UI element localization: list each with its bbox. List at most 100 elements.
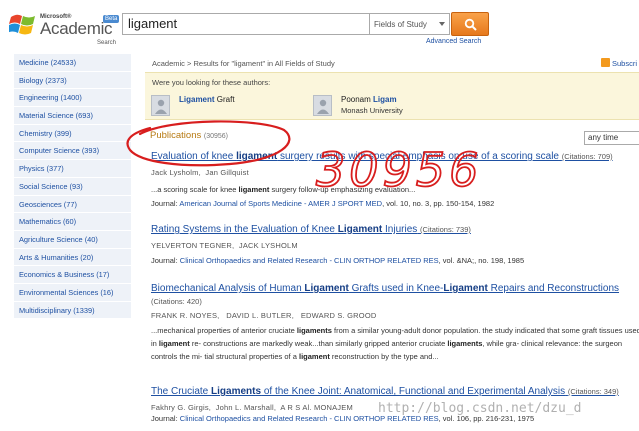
title-match: Ligaments: [211, 386, 262, 397]
snippet-text: ...a scoring scale for knee: [151, 185, 239, 194]
author-link[interactable]: John L. Marshall: [216, 403, 274, 412]
sidebar-item-agriculture-science[interactable]: Agriculture Science (40): [14, 230, 131, 249]
rss-icon: [601, 58, 610, 67]
publications-header[interactable]: Publications (30956): [150, 130, 228, 141]
snippet-text: surgery follow-up emphasizing evaluation…: [269, 185, 416, 194]
title-text: Evaluation of knee: [151, 151, 237, 162]
result-title-link[interactable]: Biomechanical Analysis of Human Ligament…: [151, 283, 639, 294]
sidebar-item-biology[interactable]: Biology (2373): [14, 71, 131, 90]
journal-link[interactable]: American Journal of Sports Medicine - AM…: [179, 199, 382, 208]
author-link[interactable]: Jan Gillquist: [205, 168, 248, 177]
author-name[interactable]: Ligament Graft: [179, 95, 235, 104]
snippet-match: ligament: [158, 339, 190, 348]
title-text: surgery results with special emphasis on…: [277, 151, 559, 162]
journal-label: Journal:: [151, 414, 178, 423]
journal-label: Journal:: [151, 199, 178, 208]
breadcrumb-separator: >: [187, 59, 192, 68]
result-journal: Journal: American Journal of Sports Medi…: [151, 199, 639, 208]
logo-search: Search: [97, 40, 117, 46]
sidebar-item-economics-business[interactable]: Economics & Business (17): [14, 266, 131, 284]
snippet-match: ligaments: [447, 339, 483, 348]
author-name-rest: Graft: [214, 95, 235, 104]
author-affiliation: Monash University: [341, 106, 403, 115]
sidebar-item-arts-humanities[interactable]: Arts & Humanities (20): [14, 248, 131, 267]
sidebar-item-engineering[interactable]: Engineering (1400): [14, 89, 131, 108]
result-journal: Journal: Clinical Orthopaedics and Relat…: [151, 256, 639, 265]
result-title-link[interactable]: Evaluation of knee ligament surgery resu…: [151, 151, 639, 162]
author-name-first: Poonam: [341, 95, 374, 104]
title-text: Rating Systems in the Evaluation of Knee: [151, 224, 338, 235]
title-text: Grafts used in Knee-: [348, 283, 444, 294]
title-match: Ligament: [443, 283, 488, 294]
citations-count[interactable]: (Citations: 349): [568, 387, 619, 396]
author-name[interactable]: Poonam Ligam: [341, 95, 397, 104]
scope-dropdown[interactable]: Fields of Study: [370, 13, 450, 35]
sidebar-item-physics[interactable]: Physics (377): [14, 160, 131, 178]
search-button[interactable]: [451, 12, 489, 36]
author-link[interactable]: Fakhry G. Girgis: [151, 403, 209, 412]
avatar: [151, 95, 170, 116]
person-placeholder-icon: [317, 99, 329, 114]
publications-count: (30956): [203, 133, 229, 140]
snippet-text: ...mechanical properties of anterior cru…: [151, 326, 297, 335]
result-authors: FRANK R. NOYES, DAVID L. BUTLER, EDWARD …: [151, 311, 377, 320]
title-match: Ligament: [304, 283, 349, 294]
publications-label: Publications: [150, 130, 202, 141]
sidebar-item-chemistry[interactable]: Chemistry (399): [14, 124, 131, 143]
sidebar-item-computer-science[interactable]: Computer Science (393): [14, 142, 131, 161]
journal-details: , vol. &NA;, no. 198, 1985: [438, 256, 525, 265]
sidebar-item-environmental-sciences[interactable]: Environmental Sciences (16): [14, 283, 131, 302]
snippet-match: ligament: [298, 352, 330, 361]
author-link[interactable]: FRANK R. NOYES: [151, 311, 217, 320]
beta-badge: Beta: [103, 15, 120, 23]
chevron-down-icon: [439, 22, 445, 26]
search-input[interactable]: ligament: [122, 13, 370, 35]
field-of-study-sidebar: Medicine (24533) Biology (2373) Engineer…: [14, 54, 131, 320]
snippet-match: ligament: [238, 185, 270, 194]
citations-count[interactable]: (Citations: 739): [420, 225, 471, 234]
breadcrumb-academic-link[interactable]: Academic: [152, 59, 185, 68]
sidebar-item-mathematics[interactable]: Mathematics (60): [14, 213, 131, 231]
result-snippet: ...a scoring scale for knee ligament sur…: [151, 183, 639, 196]
title-match: ligament: [236, 151, 278, 162]
author-link[interactable]: DAVID L. BUTLER: [226, 311, 291, 320]
snippet-text: reconstruction by the type and...: [329, 352, 439, 361]
author-link[interactable]: YELVERTON TEGNER: [151, 241, 232, 250]
title-text: Repairs and Reconstructions: [487, 283, 620, 294]
result-authors: YELVERTON TEGNER, JACK LYSHOLM: [151, 241, 298, 250]
title-text: The Cruciate: [151, 386, 212, 397]
academic-search-logo[interactable]: Microsoft® Academic Beta Search: [9, 9, 120, 49]
search-icon: [464, 18, 477, 31]
sidebar-item-multidisciplinary[interactable]: Multidisciplinary (1339): [14, 301, 131, 320]
author-link[interactable]: Jack Lysholm: [151, 168, 199, 177]
person-placeholder-icon: [155, 99, 167, 114]
title-text: Biomechanical Analysis of Human: [151, 283, 305, 294]
result-item: Evaluation of knee ligament surgery resu…: [151, 151, 639, 208]
author-link[interactable]: A R S Al. MONAJEM: [280, 403, 353, 412]
advanced-search-link[interactable]: Advanced Search: [426, 38, 481, 45]
snippet-text: re- constructions are markedly weak...th…: [189, 339, 448, 348]
citations-count[interactable]: (Citations: 709): [562, 152, 613, 161]
result-item: Rating Systems in the Evaluation of Knee…: [151, 224, 639, 265]
result-authors: Jack Lysholm, Jan Gillquist: [151, 168, 249, 177]
time-filter-select[interactable]: any time: [584, 131, 639, 145]
result-title-link[interactable]: The Cruciate Ligaments of the Knee Joint…: [151, 386, 639, 397]
sidebar-item-medicine[interactable]: Medicine (24533): [14, 54, 131, 72]
subscribe-link[interactable]: Subscri: [601, 58, 637, 68]
sidebar-item-geosciences[interactable]: Geosciences (77): [14, 195, 131, 214]
journal-details: , vol. 10, no. 3, pp. 150-154, 1982: [382, 199, 495, 208]
sidebar-item-material-science[interactable]: Material Science (693): [14, 107, 131, 125]
author-suggestions: Were you looking for these authors: Liga…: [145, 72, 639, 120]
author-name-match: Ligam: [373, 95, 397, 104]
snippet-match: ligaments: [296, 326, 332, 335]
author-link[interactable]: EDWARD S. GROOD: [301, 311, 377, 320]
author-suggestions-title: Were you looking for these authors:: [152, 78, 271, 87]
result-title-link[interactable]: Rating Systems in the Evaluation of Knee…: [151, 224, 639, 235]
journal-link[interactable]: Clinical Orthopaedics and Related Resear…: [180, 256, 439, 265]
citations-count[interactable]: (Citations: 420): [151, 297, 202, 306]
sidebar-item-social-science[interactable]: Social Science (93): [14, 177, 131, 196]
watermark: http://blog.csdn.net/dzu_d: [378, 401, 582, 416]
breadcrumb: Academic > Results for "ligament" in All…: [152, 59, 335, 68]
title-text: Injuries: [382, 224, 418, 235]
author-link[interactable]: JACK LYSHOLM: [239, 241, 298, 250]
